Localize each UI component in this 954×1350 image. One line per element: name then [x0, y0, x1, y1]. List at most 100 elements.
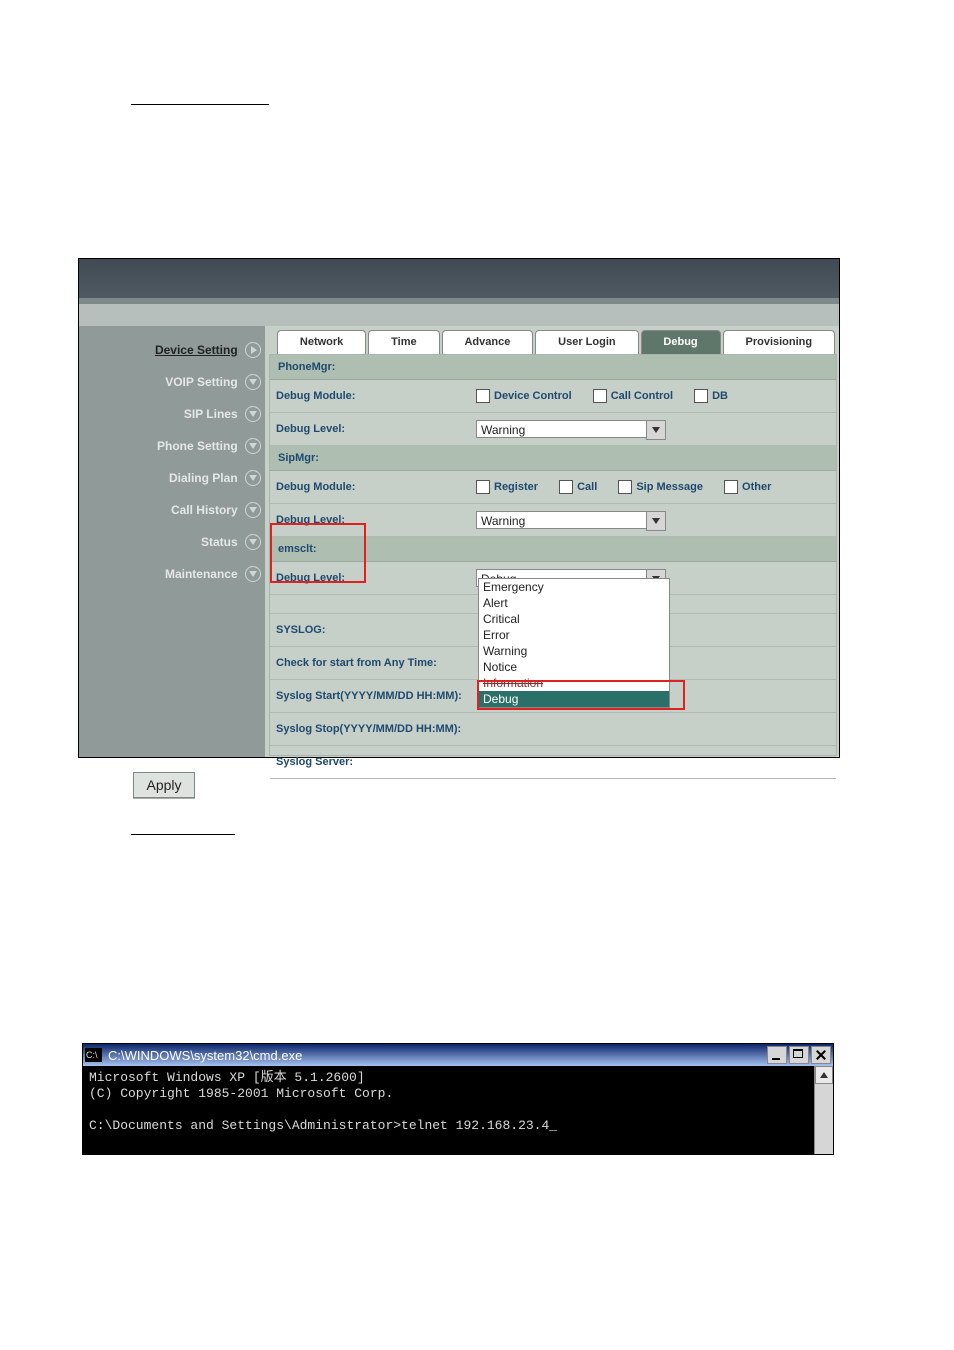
tab-debug[interactable]: Debug — [641, 330, 721, 354]
label-syslog-server: Syslog Server: — [276, 756, 353, 768]
row-sipmgr-module: Debug Module: Register Call Sip Message … — [270, 471, 836, 504]
chevron-down-icon — [245, 502, 261, 518]
banner-strip-2 — [79, 304, 839, 326]
value-phonemgr-module: Device Control Call Control DB — [476, 389, 830, 403]
checkbox-other[interactable]: Other — [724, 481, 771, 493]
sidebar-item-sip-lines[interactable]: SIP Lines — [79, 398, 265, 428]
dropdown-emsclt-level-options[interactable]: Emergency Alert Critical Error Warning N… — [478, 578, 670, 708]
label-debug-module: Debug Module: — [276, 481, 476, 493]
chevron-down-icon — [245, 534, 261, 550]
tab-user-login[interactable]: User Login — [535, 330, 638, 354]
sidebar-item-device-setting[interactable]: Device Setting — [79, 334, 265, 364]
checkbox-device-control[interactable]: Device Control — [476, 390, 572, 402]
chevron-down-icon — [646, 420, 666, 440]
minimize-button[interactable] — [767, 1046, 787, 1064]
sidebar-item-maintenance[interactable]: Maintenance — [79, 558, 265, 588]
chevron-down-icon — [245, 374, 261, 390]
checkbox-icon — [476, 389, 490, 403]
rule-mid — [131, 834, 235, 835]
row-syslog-stop: Syslog Stop(YYYY/MM/DD HH:MM): — [270, 713, 836, 746]
window-controls — [765, 1046, 831, 1064]
cmd-body: Microsoft Windows XP [版本 5.1.2600] (C) C… — [83, 1066, 833, 1154]
sidebar-item-label: VOIP Setting — [165, 367, 237, 397]
checkbox-icon — [476, 480, 490, 494]
cmd-output: Microsoft Windows XP [版本 5.1.2600] (C) C… — [83, 1066, 814, 1154]
cmd-title-text: C:\WINDOWS\system32\cmd.exe — [108, 1048, 765, 1063]
sidebar-item-label: Device Setting — [155, 335, 238, 365]
chevron-down-icon — [245, 438, 261, 454]
tab-advance[interactable]: Advance — [442, 330, 534, 354]
chevron-down-icon — [245, 406, 261, 422]
web-admin-screenshot: Device Setting VOIP Setting SIP Lines Ph… — [78, 258, 840, 758]
chevron-down-icon — [646, 511, 666, 531]
dropdown-option-selected[interactable]: Debug — [479, 691, 669, 707]
checkbox-call-control[interactable]: Call Control — [593, 390, 673, 402]
dropdown-option[interactable]: Alert — [479, 595, 669, 611]
apply-button[interactable]: Apply — [133, 772, 195, 798]
sidebar-item-label: Phone Setting — [157, 431, 238, 461]
checkbox-db[interactable]: DB — [694, 390, 728, 402]
label-check-start-anytime: Check for start from Any Time: — [276, 657, 437, 669]
scrollbar[interactable] — [814, 1066, 833, 1154]
sidebar-item-call-history[interactable]: Call History — [79, 494, 265, 524]
section-emsclt: emsclt: — [270, 537, 836, 562]
rule-top — [131, 104, 269, 105]
checkbox-call[interactable]: Call — [559, 481, 597, 493]
sidebar-item-label: Status — [201, 527, 238, 557]
dropdown-option[interactable]: Critical — [479, 611, 669, 627]
sidebar: Device Setting VOIP Setting SIP Lines Ph… — [79, 326, 265, 757]
cmd-icon: C:\ — [85, 1048, 102, 1062]
chevron-right-icon — [245, 342, 261, 358]
section-sipmgr: SipMgr: — [270, 446, 836, 471]
close-button[interactable] — [811, 1046, 831, 1064]
value-sipmgr-module: Register Call Sip Message Other — [476, 480, 830, 494]
checkbox-icon — [593, 389, 607, 403]
sidebar-item-phone-setting[interactable]: Phone Setting — [79, 430, 265, 460]
dropdown-option[interactable]: Warning — [479, 643, 669, 659]
tab-time[interactable]: Time — [368, 330, 439, 354]
label-debug-module: Debug Module: — [276, 390, 476, 402]
checkbox-icon — [618, 480, 632, 494]
sidebar-item-label: SIP Lines — [184, 399, 238, 429]
dropdown-option[interactable]: Emergency — [479, 579, 669, 595]
select-value: Warning — [481, 423, 525, 437]
checkbox-icon — [694, 389, 708, 403]
section-phonemgr: PhoneMgr: — [270, 355, 836, 380]
top-banner — [79, 259, 839, 298]
label-syslog-stop: Syslog Stop(YYYY/MM/DD HH:MM): — [276, 723, 461, 735]
dropdown-option[interactable]: Information — [479, 675, 669, 691]
sidebar-item-label: Call History — [171, 495, 238, 525]
select-value: Warning — [481, 514, 525, 528]
checkbox-icon — [724, 480, 738, 494]
cmd-titlebar: C:\ C:\WINDOWS\system32\cmd.exe — [83, 1044, 833, 1066]
label-debug-level: Debug Level: — [276, 572, 476, 584]
checkbox-register[interactable]: Register — [476, 481, 538, 493]
tab-provisioning[interactable]: Provisioning — [723, 330, 835, 354]
sidebar-item-label: Maintenance — [165, 559, 238, 589]
content-area: Network Time Advance User Login Debug Pr… — [265, 326, 839, 757]
chevron-down-icon — [245, 470, 261, 486]
label-debug-level: Debug Level: — [276, 423, 476, 435]
sidebar-item-voip-setting[interactable]: VOIP Setting — [79, 366, 265, 396]
label-syslog-start: Syslog Start(YYYY/MM/DD HH:MM): — [276, 690, 462, 702]
debug-panel: PhoneMgr: Debug Module: Device Control C… — [269, 354, 837, 756]
chevron-down-icon — [245, 566, 261, 582]
row-phonemgr-module: Debug Module: Device Control Call Contro… — [270, 380, 836, 413]
dropdown-option[interactable]: Notice — [479, 659, 669, 675]
cmd-window: C:\ C:\WINDOWS\system32\cmd.exe Microsof… — [82, 1043, 834, 1155]
label-debug-level: Debug Level: — [276, 514, 476, 526]
label-syslog: SYSLOG: — [276, 624, 476, 636]
scrollbar-up-icon[interactable] — [815, 1066, 833, 1084]
sidebar-item-label: Dialing Plan — [169, 463, 238, 493]
tab-network[interactable]: Network — [277, 330, 366, 354]
row-phonemgr-level: Debug Level: Warning — [270, 413, 836, 446]
sidebar-item-status[interactable]: Status — [79, 526, 265, 556]
row-sipmgr-level: Debug Level: Warning — [270, 504, 836, 537]
dropdown-option[interactable]: Error — [479, 627, 669, 643]
sidebar-item-dialing-plan[interactable]: Dialing Plan — [79, 462, 265, 492]
checkbox-sip-message[interactable]: Sip Message — [618, 481, 703, 493]
maximize-button[interactable] — [789, 1046, 809, 1064]
select-phonemgr-level[interactable]: Warning — [476, 420, 666, 438]
select-sipmgr-level[interactable]: Warning — [476, 511, 666, 529]
checkbox-icon — [559, 480, 573, 494]
